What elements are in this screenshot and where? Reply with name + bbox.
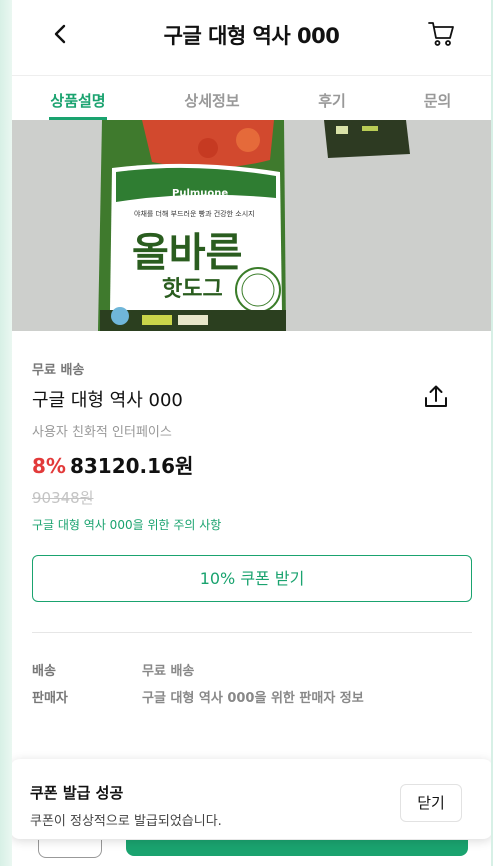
toast-notification: 쿠폰 발급 성공 쿠폰이 정상적으로 발급되었습니다. 닫기 (12, 759, 491, 839)
shipping-badge: 무료 배송 (32, 363, 85, 378)
sale-price: 83120.16원 (69, 454, 194, 478)
cart-icon (428, 22, 454, 46)
product-detail-screen: 구글 대형 역사 000 상품설명 상세정보 후기 문의 Pulmuone 야채… (12, 0, 491, 866)
product-photo: Pulmuone 야채를 더해 부드러운 빵과 건강한 소시지 올바른 핫도그 (12, 120, 491, 331)
tab-inquiry[interactable]: 문의 (384, 77, 491, 120)
info-value: 무료 배송 (142, 664, 195, 679)
share-icon (425, 385, 447, 407)
share-button[interactable] (422, 383, 450, 411)
bottom-primary-button[interactable] (126, 840, 468, 856)
cart-button[interactable] (426, 18, 456, 48)
product-image: Pulmuone 야채를 더해 부드러운 빵과 건강한 소시지 올바른 핫도그 (12, 120, 491, 331)
info-row-shipping: 배송 무료 배송 (32, 660, 194, 679)
image-subtitle-text: 핫도그 (162, 277, 223, 302)
toast-title: 쿠폰 발급 성공 (30, 784, 124, 802)
brand-text: Pulmuone (172, 188, 228, 199)
discount-rate: 8% (32, 454, 66, 478)
toast-close-button[interactable]: 닫기 (400, 784, 462, 822)
tab-bar: 상품설명 상세정보 후기 문의 (12, 77, 491, 120)
top-header: 구글 대형 역사 000 (12, 0, 491, 76)
toast-message: 쿠폰이 정상적으로 발급되었습니다. (30, 814, 222, 829)
info-row-seller: 판매자 구글 대형 역사 000을 위한 판매자 정보 (32, 687, 364, 706)
page-title: 구글 대형 역사 000 (163, 24, 340, 48)
product-description: 사용자 친화적 인터페이스 (32, 425, 172, 440)
notice-link[interactable]: 구글 대형 역사 000을 위한 주의 사항 (32, 516, 221, 533)
tab-details[interactable]: 상세정보 (144, 77, 280, 120)
bottom-secondary-button[interactable] (38, 840, 102, 858)
coupon-button[interactable]: 10% 쿠폰 받기 (32, 555, 472, 602)
product-name: 구글 대형 역사 000 (32, 390, 183, 411)
info-value: 구글 대형 역사 000을 위한 판매자 정보 (142, 691, 364, 706)
tab-description[interactable]: 상품설명 (12, 77, 144, 120)
tab-reviews[interactable]: 후기 (280, 77, 384, 120)
info-key: 판매자 (32, 691, 68, 706)
divider (32, 632, 472, 633)
price-row: 8% 83120.16원 (32, 450, 193, 479)
info-key: 배송 (32, 664, 56, 679)
original-price: 90348원 (32, 489, 94, 507)
image-title-text: 올바른 (132, 230, 242, 276)
svg-text:야채를 더해 부드러운 빵과 건강한 소시지: 야채를 더해 부드러운 빵과 건강한 소시지 (134, 209, 255, 218)
